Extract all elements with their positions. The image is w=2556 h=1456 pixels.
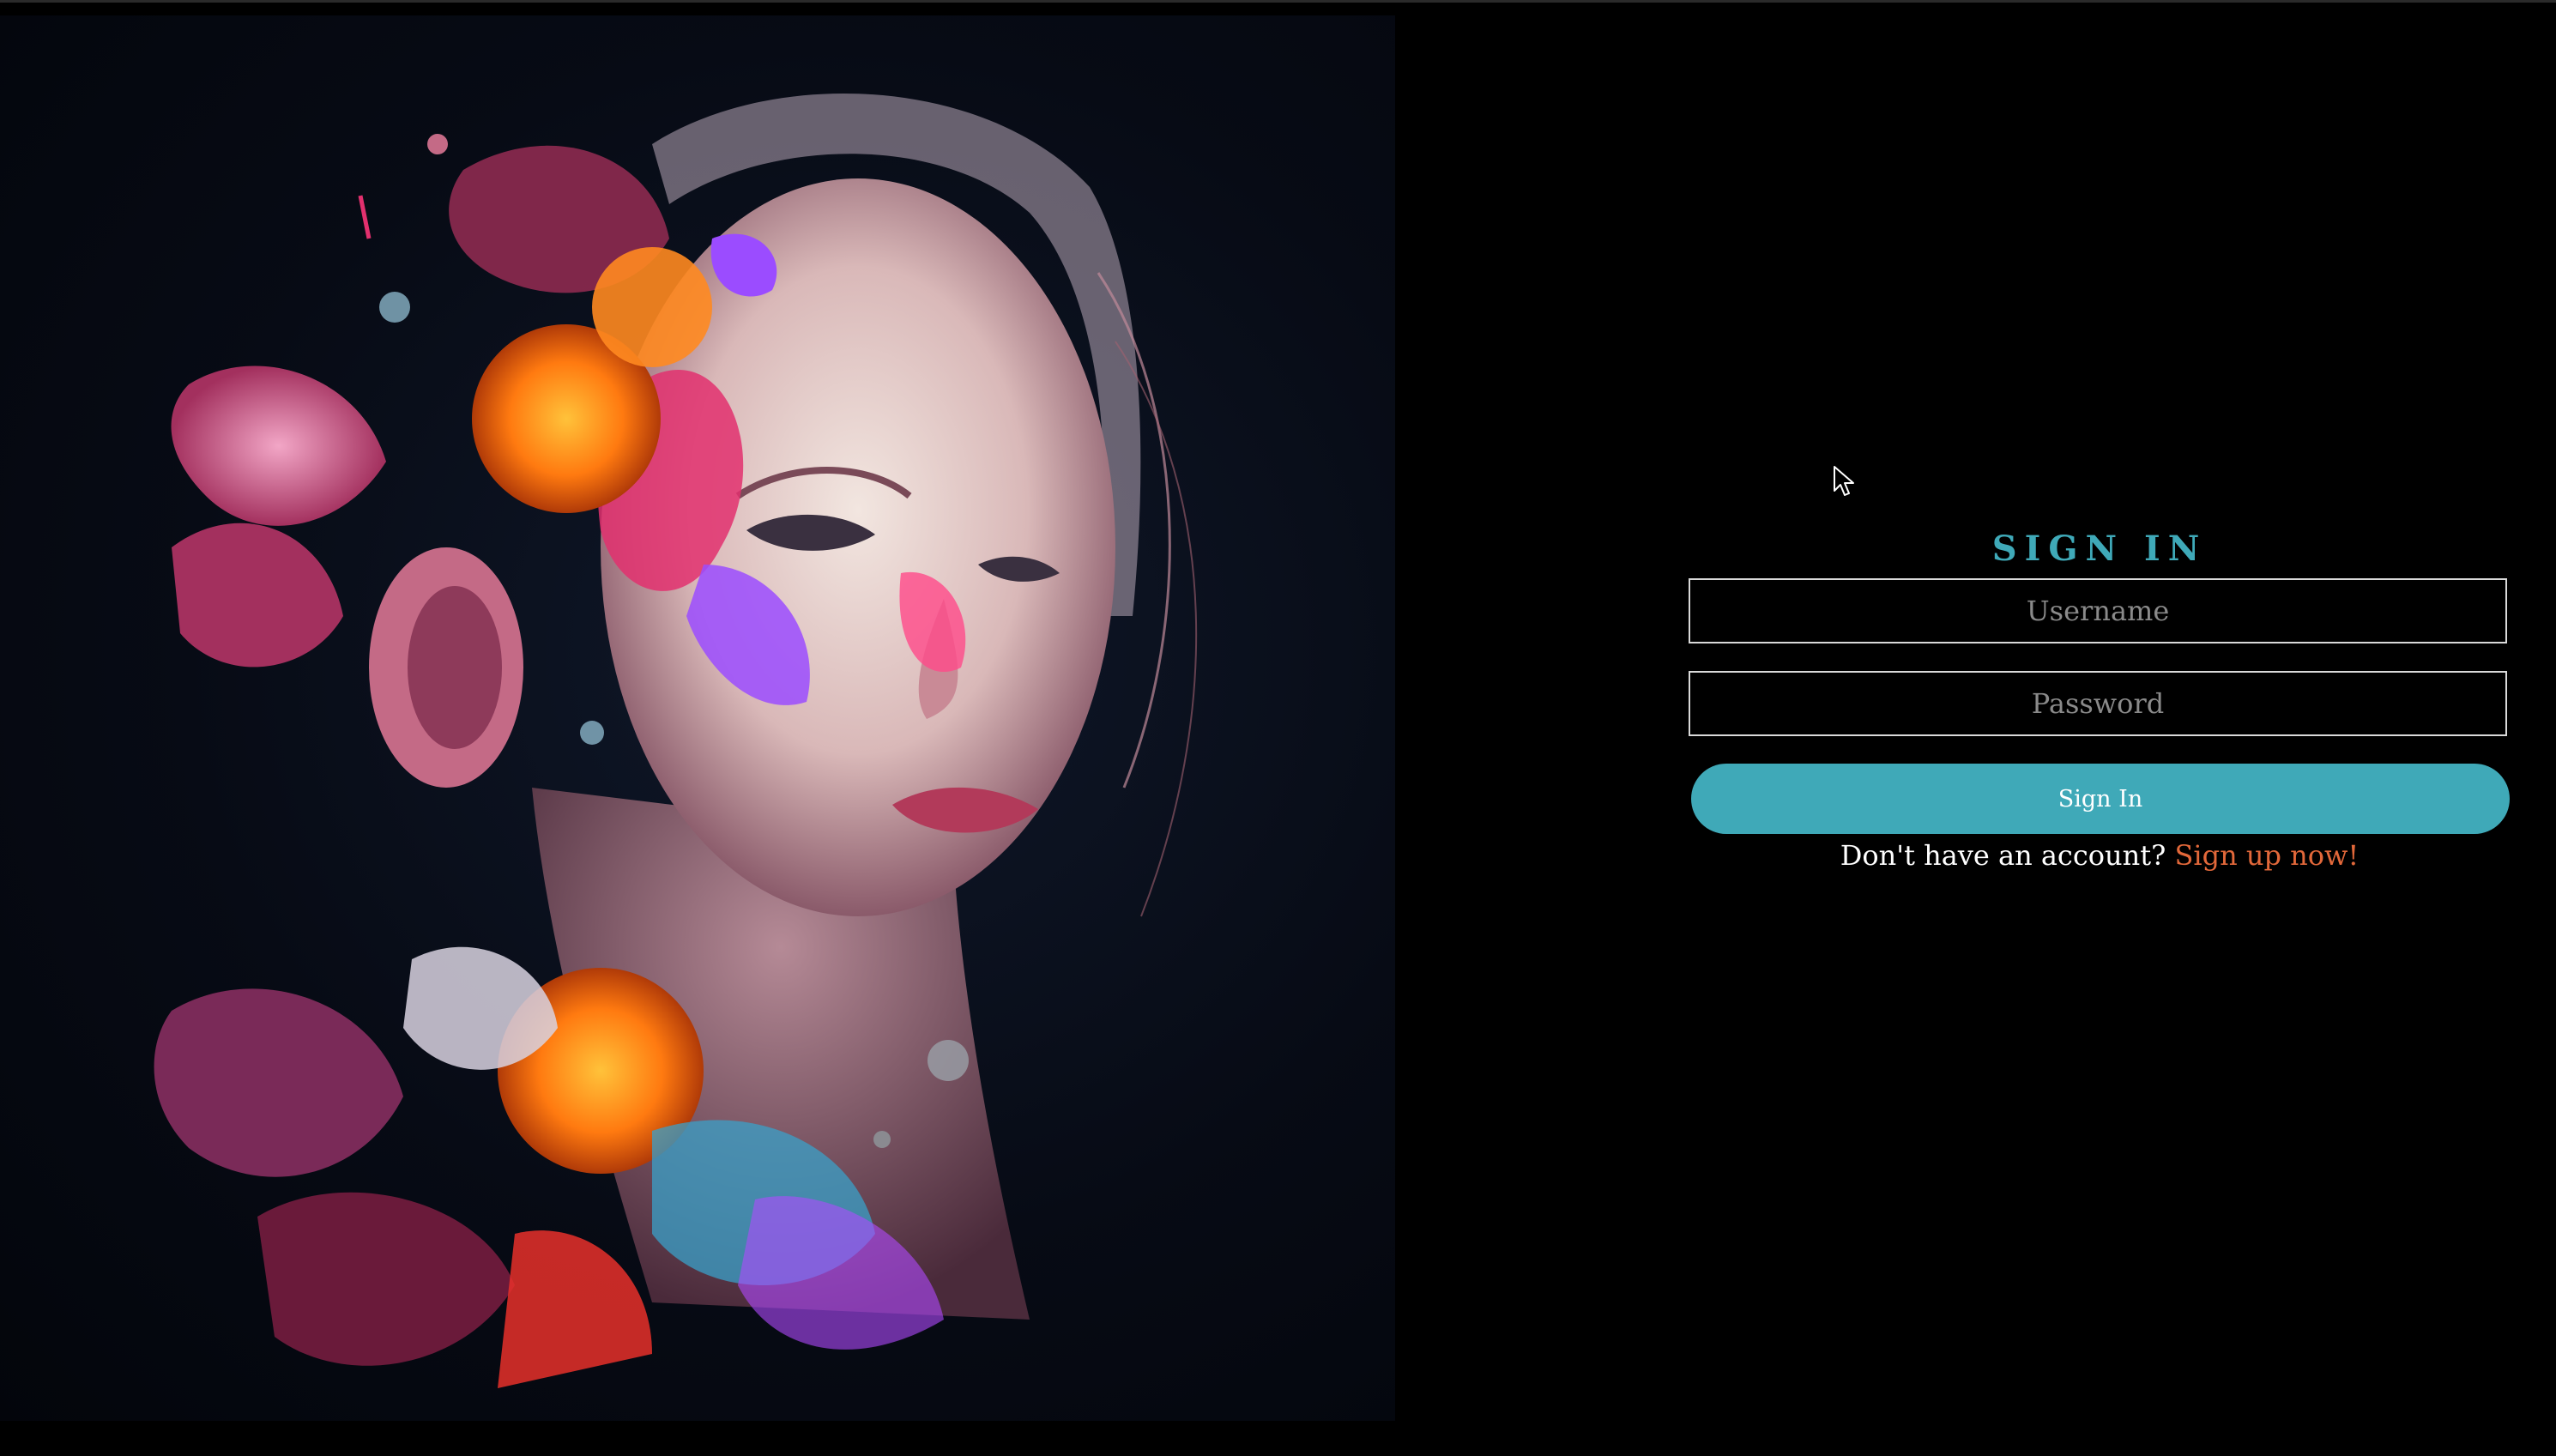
- signup-link[interactable]: Sign up now!: [2174, 839, 2359, 872]
- signin-panel: SIGN IN Sign In Don't have an account? S…: [1689, 523, 2511, 872]
- mouse-cursor-icon: [1834, 466, 1854, 496]
- signup-prompt-text: Don't have an account?: [1840, 839, 2166, 872]
- portrait-illustration: [154, 93, 1198, 1388]
- hero-artwork: [0, 15, 1395, 1421]
- top-border: [0, 0, 2556, 3]
- signup-prompt: Don't have an account? Sign up now!: [1689, 839, 2511, 872]
- sign-in-button[interactable]: Sign In: [1691, 764, 2510, 834]
- signin-title: SIGN IN: [1991, 529, 2208, 569]
- password-input[interactable]: [1689, 671, 2507, 736]
- username-input[interactable]: [1689, 578, 2507, 643]
